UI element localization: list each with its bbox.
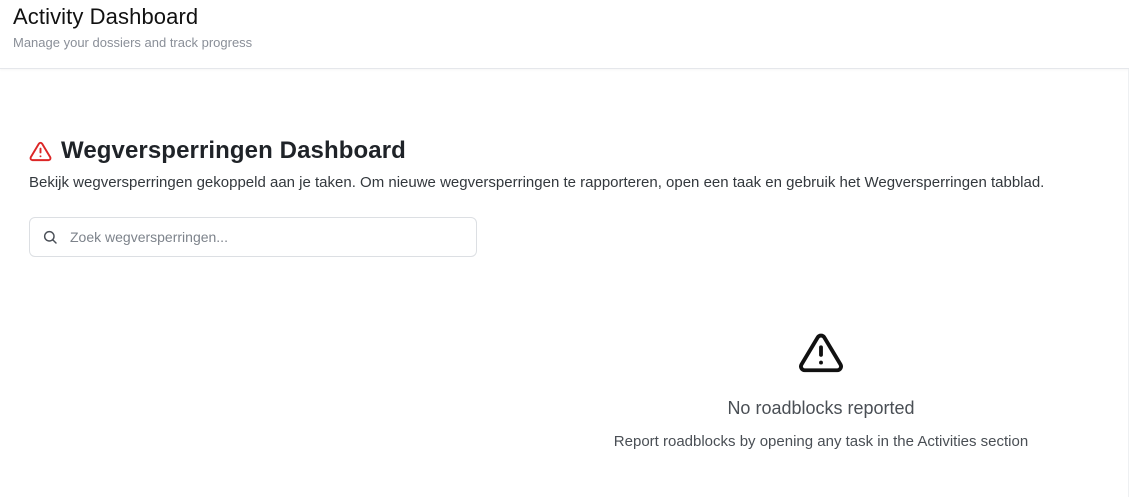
search-box[interactable] [29, 217, 477, 257]
section-heading: Wegversperringen Dashboard [29, 136, 1119, 166]
warning-triangle-icon [798, 330, 844, 376]
empty-state-title: No roadblocks reported [727, 398, 915, 418]
page-subtitle: Manage your dossiers and track progress [13, 35, 253, 50]
top-header: Activity Dashboard Manage your dossiers … [0, 0, 1129, 69]
page-title: Activity Dashboard [13, 4, 199, 29]
activity-dashboard-page: Activity Dashboard Manage your dossiers … [0, 0, 1129, 497]
search-icon [42, 229, 58, 245]
empty-state: No roadblocks reported Report roadblocks… [521, 330, 1121, 450]
search-input[interactable] [70, 229, 476, 245]
section-description: Bekijk wegversperringen gekoppeld aan je… [29, 174, 1045, 191]
empty-state-hint: Report roadblocks by opening any task in… [613, 433, 1029, 450]
section-title: Wegversperringen Dashboard [61, 137, 406, 164]
roadblocks-section: Wegversperringen Dashboard Bekijk wegver… [29, 136, 1119, 191]
warning-triangle-icon [29, 140, 52, 163]
